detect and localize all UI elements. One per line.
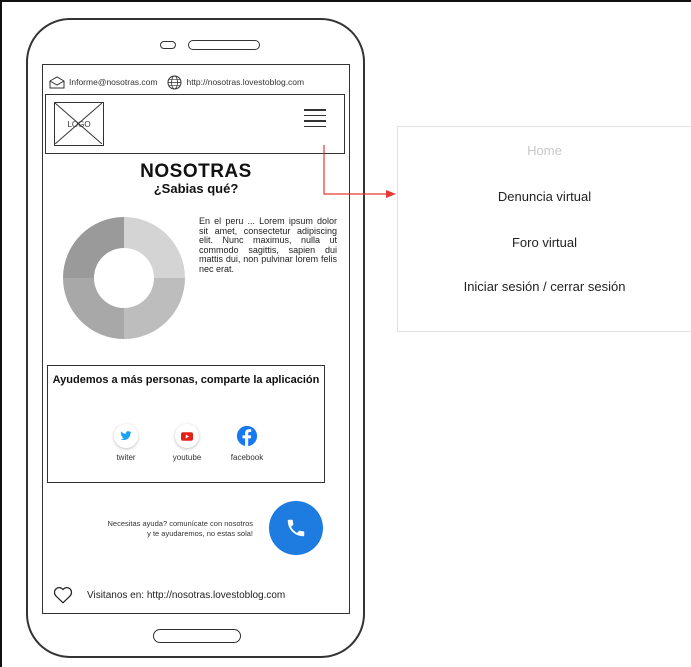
footer: Visitanos en: http://nosotras.lovestoblo… — [53, 585, 341, 605]
logo-placeholder[interactable]: LOGO — [54, 102, 104, 146]
twitter-icon — [114, 424, 138, 448]
mail-icon — [49, 75, 65, 88]
facebook-icon — [235, 424, 259, 448]
share-youtube[interactable]: youtube — [162, 424, 212, 462]
menu-item-home[interactable]: Home — [398, 143, 691, 158]
menu-item-foro-virtual[interactable]: Foro virtual — [398, 235, 691, 250]
twitter-label: twiter — [116, 453, 136, 462]
globe-icon — [167, 75, 182, 89]
contact-email-text: Informe@nosotras.com — [69, 77, 158, 87]
heart-icon[interactable] — [53, 586, 73, 604]
logo-label: LOGO — [67, 119, 91, 129]
footer-visit-text: Visitanos en: http://nosotras.lovestoblo… — [87, 589, 286, 601]
page-title: NOSOTRAS — [140, 161, 252, 182]
phone-mockup: Informe@nosotras.com http://nosotras.lov… — [26, 18, 365, 658]
donut-segment — [124, 217, 185, 278]
page-subtitle: ¿Sabias qué? — [153, 181, 239, 196]
app-header: LOGO — [45, 94, 345, 154]
contact-email[interactable]: Informe@nosotras.com — [49, 75, 158, 89]
contact-url-text: http://nosotras.lovestoblog.com — [186, 77, 305, 87]
phone-icon — [287, 519, 305, 537]
call-button[interactable] — [269, 501, 323, 555]
donut-segment — [63, 217, 124, 278]
share-twitter[interactable]: twiter — [101, 424, 151, 462]
youtube-label: youtube — [172, 453, 202, 462]
hamburger-menu-icon[interactable] — [304, 109, 326, 131]
facebook-label: facebook — [230, 453, 264, 462]
menu-item-login-logout[interactable]: Iniciar sesión / cerrar sesión — [398, 279, 691, 294]
contact-bar: Informe@nosotras.com http://nosotras.lov… — [49, 71, 343, 93]
share-title: Ayudemos a más personas, comparte la apl… — [52, 374, 320, 386]
home-button[interactable] — [153, 629, 241, 643]
navigation-menu-panel: Home Denuncia virtual Foro virtual Inici… — [397, 126, 691, 332]
donut-segment — [63, 278, 124, 339]
share-facebook[interactable]: facebook — [222, 424, 272, 462]
help-line-1: Necesitas ayuda? comunícate con nosotros — [107, 519, 254, 528]
speaker-bar — [188, 40, 260, 50]
help-line-2: y te ayudaremos, no estas sola! — [147, 529, 253, 538]
help-text: Necesitas ayuda? comunícate con nosotros… — [43, 519, 254, 539]
donut-chart — [63, 217, 185, 339]
camera-dot — [160, 41, 176, 49]
youtube-icon — [175, 424, 199, 448]
phone-screen: Informe@nosotras.com http://nosotras.lov… — [42, 64, 350, 614]
share-box: Ayudemos a más personas, comparte la apl… — [47, 365, 325, 483]
menu-item-denuncia-virtual[interactable]: Denuncia virtual — [398, 189, 691, 204]
contact-url[interactable]: http://nosotras.lovestoblog.com — [167, 75, 304, 90]
intro-paragraph: En el peru ... Lorem ipsum dolor sit ame… — [199, 216, 337, 274]
donut-segment — [124, 278, 185, 339]
